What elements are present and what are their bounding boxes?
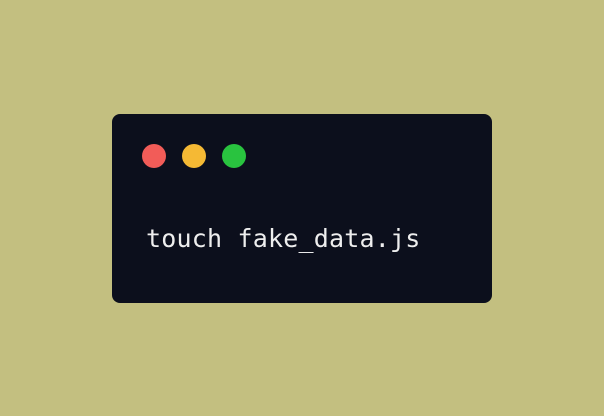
close-button[interactable] bbox=[142, 144, 166, 168]
background: { "colors": { "background": "#c3bf80", "… bbox=[0, 0, 604, 416]
terminal-window: touch fake_data.js bbox=[112, 114, 492, 303]
terminal-command: touch fake_data.js bbox=[146, 224, 421, 253]
maximize-button[interactable] bbox=[222, 144, 246, 168]
minimize-button[interactable] bbox=[182, 144, 206, 168]
